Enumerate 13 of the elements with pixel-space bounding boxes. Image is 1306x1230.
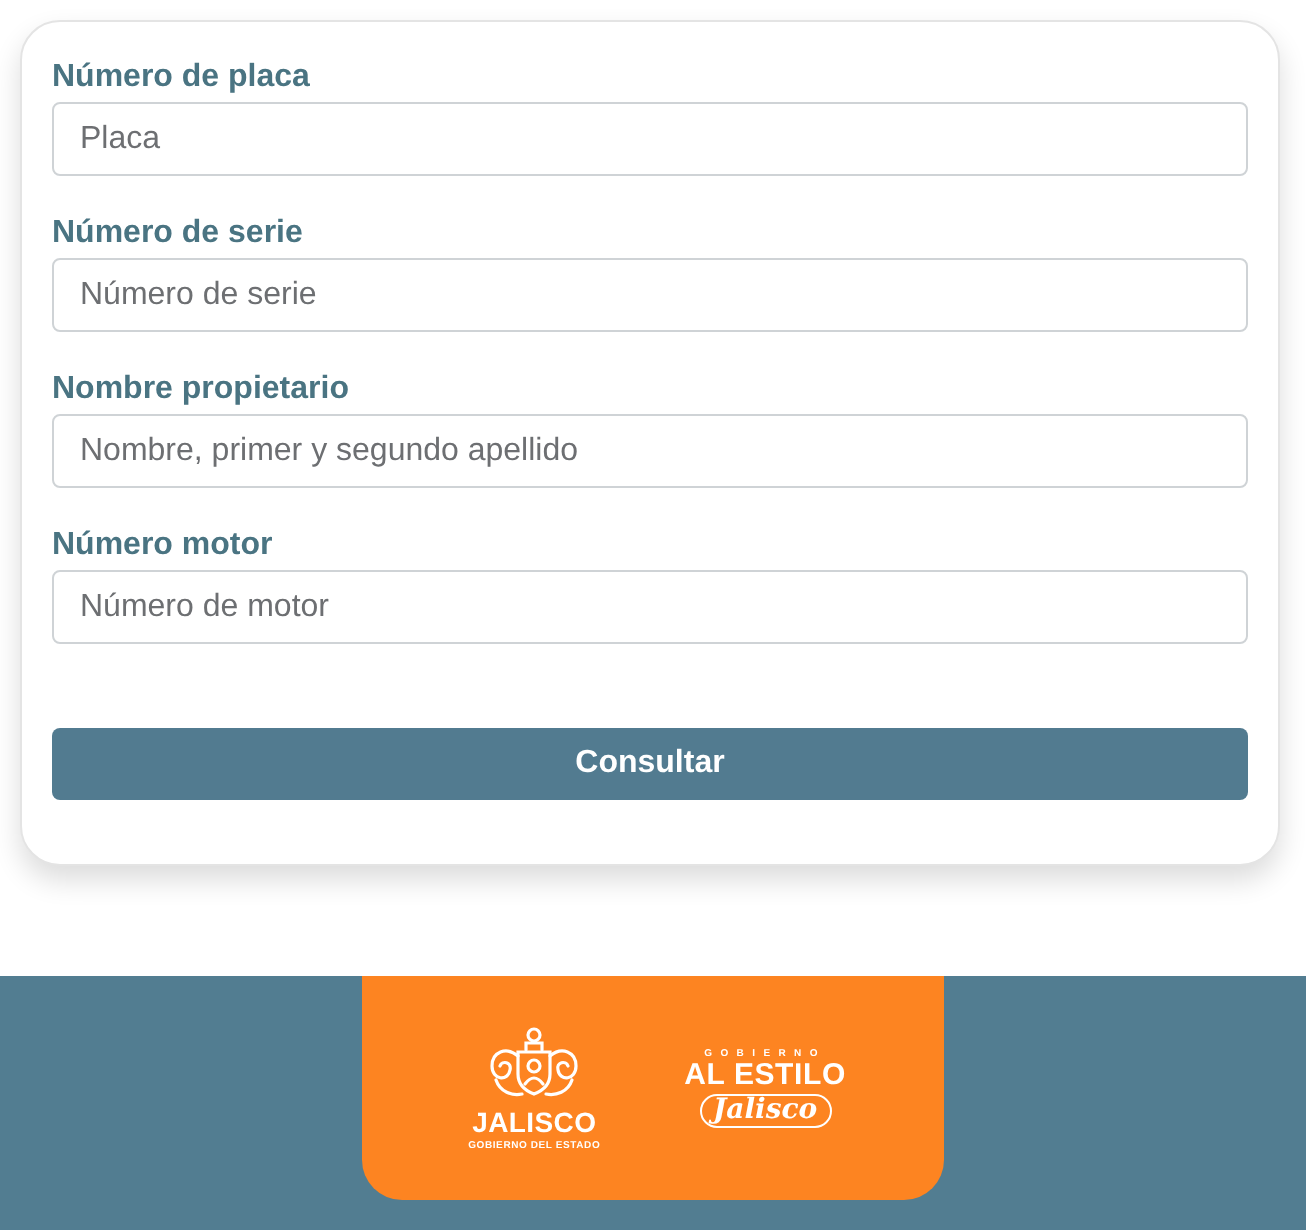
field-label: Número de serie [52, 214, 303, 252]
logo-text: JALISCO [472, 1107, 597, 1135]
field-label: Número de placa [52, 58, 310, 96]
field-label: Nombre propietario [52, 370, 349, 408]
input-field[interactable]: Número de serie [52, 258, 1248, 332]
coat-of-arms-icon [488, 1025, 581, 1101]
input-field[interactable]: Nombre, primer y segundo apellido [52, 414, 1248, 488]
logo-text: AL ESTILO [684, 1062, 846, 1090]
input-field[interactable]: Placa [52, 102, 1248, 176]
consult-button[interactable]: Consultar [52, 728, 1248, 800]
input-field[interactable]: Número de motor [52, 570, 1248, 644]
script-wordmark: Jalisco [699, 1094, 832, 1128]
field-label: Número motor [52, 526, 273, 564]
